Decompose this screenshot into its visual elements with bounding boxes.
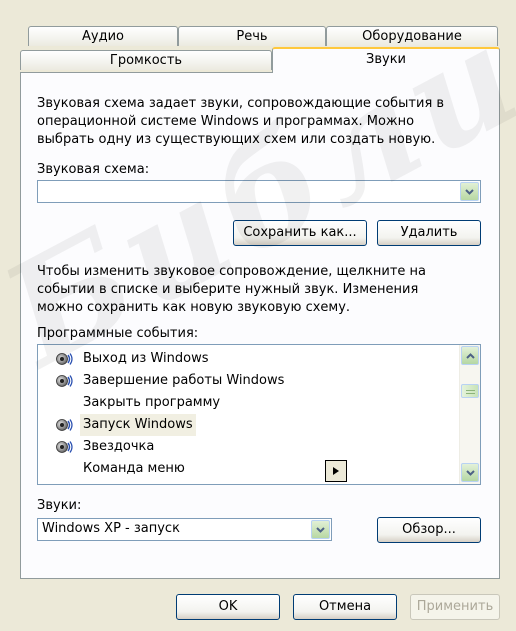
sound-dropdown[interactable]: Windows XP - запуск [37,518,332,541]
chevron-down-icon [465,469,475,476]
speaker-icon [56,351,74,367]
instructions-line-3: можно сохранить как новую звуковую схему… [37,300,351,315]
play-icon [333,467,339,475]
sounds-label: Звуки: [37,498,82,513]
description-line-2: операционной системе Windows и программа… [37,114,415,129]
tab-volume[interactable]: Громкость [20,50,272,70]
speaker-icon [56,417,74,433]
scroll-thumb[interactable] [461,384,479,398]
speaker-icon [56,373,74,389]
list-item-label: Завершение работы Windows [83,373,285,388]
tab-sounds[interactable]: Звуки [272,47,500,73]
scheme-dropdown-arrow[interactable] [460,182,479,201]
delete-button[interactable]: Удалить [377,220,481,246]
scroll-up-button[interactable] [461,346,479,365]
apply-button: Применить [410,594,500,620]
sound-value: Windows XP - запуск [42,521,180,536]
list-item[interactable]: Запуск Windows [38,414,458,436]
description-line-1: Звуковая схема задает звуки, сопровождаю… [37,96,445,111]
speaker-icon [56,439,74,455]
description-line-3: выбрать одну из существующих схем или со… [37,132,436,147]
ok-button[interactable]: OK [176,594,280,620]
cancel-button[interactable]: Отмена [293,594,397,620]
events-scrollbar[interactable] [459,345,480,484]
tab-audio[interactable]: Аудио [28,26,178,46]
list-item-label: Закрыть программу [83,395,221,410]
tab-speech[interactable]: Речь [178,26,326,46]
list-item[interactable]: Закрыть программу [38,392,458,414]
program-events-label: Программные события: [37,326,199,341]
chevron-up-icon [465,352,475,359]
list-item-label: Звездочка [83,439,155,454]
sound-dropdown-arrow[interactable] [311,520,330,539]
list-item-label: Команда меню [83,461,185,476]
instructions-line-2: событии в списке и выберите нужный звук.… [37,282,419,297]
scheme-dropdown[interactable] [37,180,481,203]
sounds-tab-panel: Звуковая схема задает звуки, сопровождаю… [20,72,500,579]
play-button[interactable] [325,460,347,482]
chevron-down-icon [465,188,474,195]
browse-button[interactable]: Обзор... [377,517,481,543]
list-item[interactable]: Завершение работы Windows [38,370,458,392]
scheme-label: Звуковая схема: [37,162,150,177]
program-events-list[interactable]: Выход из Windows Завершение работы Window… [37,344,481,485]
list-item-label: Выход из Windows [83,351,209,366]
save-as-button[interactable]: Сохранить как... [233,220,367,246]
list-item[interactable]: Выход из Windows [38,348,458,370]
chevron-down-icon [316,526,325,533]
instructions-line-1: Чтобы изменить звуковое сопровождение, щ… [37,264,427,279]
list-item-label: Запуск Windows [80,414,196,436]
scroll-down-button[interactable] [461,463,479,482]
tab-hardware[interactable]: Оборудование [326,26,498,46]
list-item[interactable]: Звездочка [38,436,458,458]
list-item[interactable]: Команда меню [38,458,458,480]
